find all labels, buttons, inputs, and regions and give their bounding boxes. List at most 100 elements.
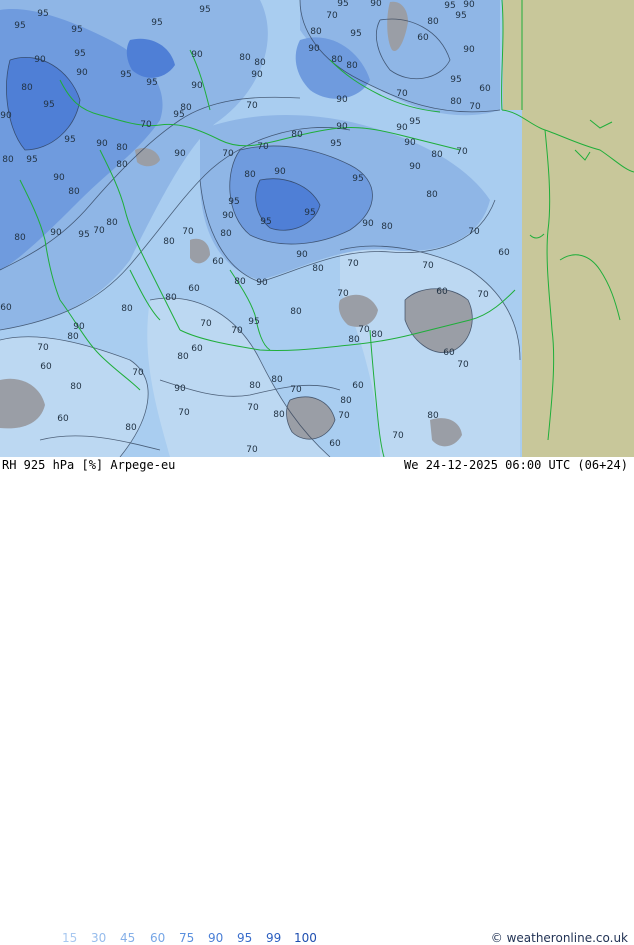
contour-label: 70 [182, 227, 194, 237]
contour-label: 95 [228, 197, 239, 207]
contour-label: 80 [431, 150, 443, 160]
contour-label: 80 [177, 352, 189, 362]
legend-item: 15 [62, 931, 78, 945]
contour-label: 80 [427, 17, 439, 27]
contour-label: 60 [40, 362, 52, 372]
outside-domain-land [503, 0, 522, 110]
legend-item: 30 [91, 931, 107, 945]
contour-label: 80 [348, 335, 360, 345]
map-canvas: 9595 959595909590 9580 9590 8090809095 809590… [0, 0, 634, 457]
contour-label: 80 [220, 229, 232, 239]
contour-label: 80 [2, 155, 14, 165]
contour-label: 95 [352, 174, 363, 184]
contour-label: 90 [336, 95, 348, 105]
contour-label: 95 [71, 25, 82, 35]
contour-label: 80 [427, 411, 439, 421]
contour-label: 95 [304, 208, 315, 218]
contour-label: 60 [57, 414, 69, 424]
contour-label: 60 [352, 381, 364, 391]
contour-label: 60 [436, 287, 448, 297]
contour-label: 95 [199, 5, 210, 15]
contour-label: 90 [76, 68, 88, 78]
legend-item: 75 [179, 931, 195, 945]
contour-label: 80 [234, 277, 246, 287]
contour-label: 80 [271, 375, 283, 385]
contour-label: 70 [469, 102, 481, 112]
contour-label: 80 [121, 304, 133, 314]
contour-label: 70 [290, 385, 302, 395]
credit-link[interactable]: © weatheronline.co.uk [491, 931, 628, 945]
contour-label: 90 [463, 0, 475, 10]
contour-label: 90 [396, 123, 408, 133]
legend-item: 100 [294, 931, 317, 945]
contour-label: 80 [70, 382, 82, 392]
contour-label: 60 [329, 439, 341, 449]
contour-label: 90 [53, 173, 65, 183]
contour-label: 90 [404, 138, 416, 148]
contour-label: 90 [73, 322, 85, 332]
contour-label: 90 [370, 0, 382, 9]
contour-label: 60 [417, 33, 429, 43]
map-title: RH 925 hPa [%] Arpege-eu [2, 458, 176, 472]
contour-label: 60 [0, 303, 12, 313]
outside-domain-land [522, 0, 634, 457]
contour-label: 80 [125, 423, 137, 433]
contour-label: 70 [222, 149, 234, 159]
contour-label: 95 [78, 230, 89, 240]
contour-label: 80 [163, 237, 175, 247]
contour-label: 70 [392, 431, 404, 441]
contour-label: 70 [246, 101, 258, 111]
contour-label: 90 [251, 70, 263, 80]
contour-label: 60 [191, 344, 203, 354]
contour-label: 90 [308, 44, 320, 54]
contour-label: 90 [463, 45, 475, 55]
contour-label: 80 [381, 222, 393, 232]
legend-item: 60 [150, 931, 166, 945]
contour-label: 80 [312, 264, 324, 274]
contour-label: 80 [67, 332, 79, 342]
contour-label: 60 [188, 284, 200, 294]
contour-label: 80 [239, 53, 251, 63]
contour-label: 80 [291, 130, 303, 140]
contour-label: 90 [174, 149, 186, 159]
contour-label: 95 [455, 11, 466, 21]
contour-label: 80 [14, 233, 26, 243]
contour-label: 60 [498, 248, 510, 258]
contour-label: 95 [14, 21, 25, 31]
contour-label: 95 [26, 155, 37, 165]
contour-label: 80 [68, 187, 80, 197]
contour-label: 70 [326, 11, 338, 21]
contour-label: 70 [200, 319, 212, 329]
contour-label: 90 [50, 228, 62, 238]
contour-label: 90 [336, 122, 348, 132]
contour-label: 90 [191, 50, 203, 60]
contour-label: 80 [165, 293, 177, 303]
contour-label: 80 [21, 83, 33, 93]
contour-label: 95 [120, 70, 131, 80]
contour-label: 80 [450, 97, 462, 107]
contour-label: 95 [74, 49, 85, 59]
contour-label: 95 [37, 9, 48, 19]
contour-label: 70 [231, 326, 243, 336]
contour-label: 95 [444, 1, 455, 11]
contour-label: 80 [331, 55, 343, 65]
contour-label: 60 [443, 348, 455, 358]
contour-label: 95 [337, 0, 348, 9]
legend-item: 99 [266, 931, 282, 945]
contour-label: 90 [362, 219, 374, 229]
contour-label: 80 [254, 58, 266, 68]
contour-label: 60 [212, 257, 224, 267]
contour-label: 70 [456, 147, 468, 157]
contour-label: 70 [178, 408, 190, 418]
copyright-icon: © weatheronline.co.uk [490, 931, 628, 945]
contour-label: 80 [310, 27, 322, 37]
contour-label: 70 [396, 89, 408, 99]
contour-label: 95 [330, 139, 341, 149]
contour-label: 90 [222, 211, 234, 221]
contour-label: 80 [426, 190, 438, 200]
contour-label: 80 [249, 381, 261, 391]
contour-label: 80 [116, 143, 128, 153]
weather-map[interactable]: 95 95 95 95 95 90 95 90 95 80 95 90 80 90 80 90 95 80 95 90… [0, 0, 634, 457]
contour-label: 70 [457, 360, 469, 370]
contour-label: 70 [477, 290, 489, 300]
